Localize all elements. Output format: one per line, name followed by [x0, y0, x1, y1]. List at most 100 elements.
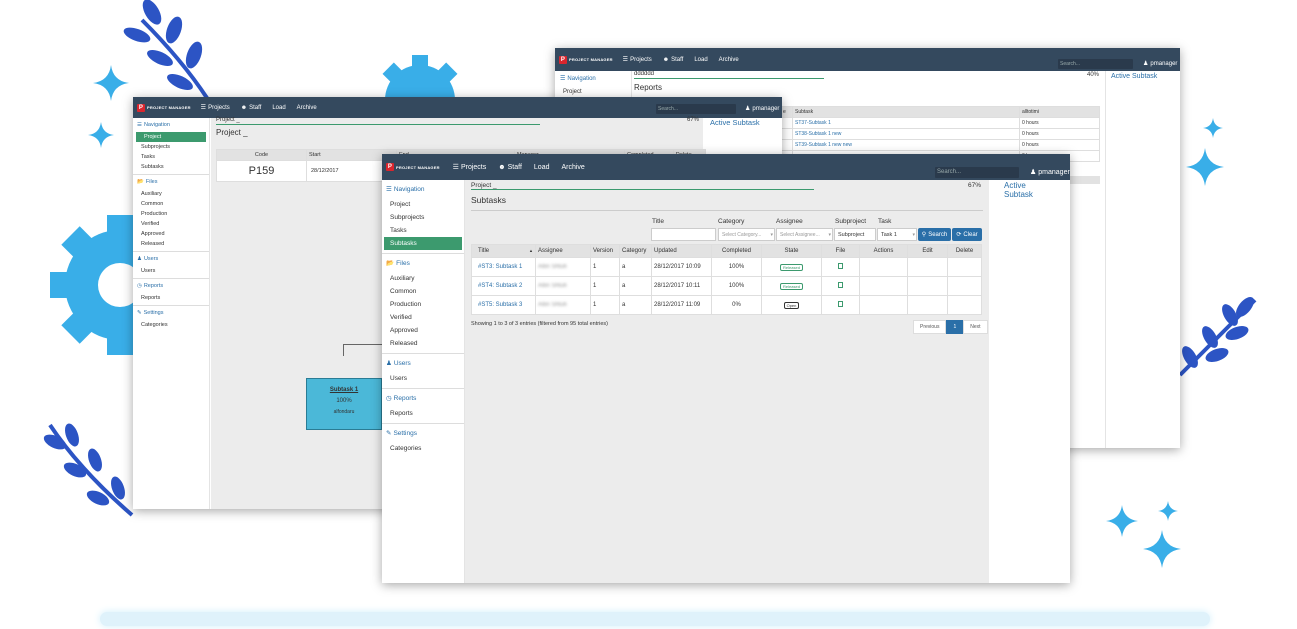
nav-users[interactable]: Users	[133, 266, 209, 276]
nav-production[interactable]: Production	[382, 298, 464, 311]
menu-projects[interactable]: ☰ Projects	[201, 104, 230, 112]
nav-project[interactable]: Project	[382, 198, 464, 211]
project-code[interactable]: P159	[216, 160, 307, 182]
delete-cell	[947, 257, 982, 277]
nav-auxiliary[interactable]: Auxiliary	[382, 272, 464, 285]
pagination-previous[interactable]: Previous	[913, 320, 947, 334]
category-filter-select[interactable]: Select Category... ▾	[718, 228, 775, 241]
search-icon: ⚲	[921, 232, 927, 238]
menu-projects[interactable]: ☰ Projects	[453, 163, 487, 172]
refresh-icon: ⟳	[956, 232, 962, 238]
menu-load[interactable]: Load	[534, 163, 550, 171]
title-filter-input[interactable]	[651, 228, 716, 241]
col-header-assignee[interactable]: Assignee	[535, 244, 591, 258]
col-header-completed[interactable]: Completed	[711, 244, 762, 258]
file-icon[interactable]	[838, 263, 843, 269]
actions-cell	[859, 295, 908, 315]
menu-load[interactable]: Load	[272, 104, 285, 111]
table-row: #ST3: Subtask 1 Altin Shtufi 1 a 28/12/2…	[471, 257, 982, 277]
nav-categories[interactable]: Categories	[133, 320, 209, 330]
pagination-page-1[interactable]: 1	[946, 320, 964, 334]
nav-production[interactable]: Production	[133, 209, 209, 219]
nav-users[interactable]: Users	[382, 372, 464, 385]
nav-tasks[interactable]: Tasks	[382, 224, 464, 237]
menu-staff[interactable]: ☻ Staff	[663, 56, 684, 63]
nav-released[interactable]: Released	[133, 239, 209, 249]
nav-approved[interactable]: Approved	[133, 229, 209, 239]
nav-project[interactable]: Project	[136, 132, 206, 142]
table-row: #ST5: Subtask 3 Altin Shtufi 1 a 28/12/2…	[471, 295, 982, 315]
search-input[interactable]: Search...	[935, 167, 1019, 178]
col-header-updated[interactable]: Updated	[651, 244, 712, 258]
file-icon[interactable]	[838, 301, 843, 307]
menu-archive[interactable]: Archive	[297, 104, 317, 111]
menu-archive[interactable]: Archive	[561, 163, 584, 171]
nav-subprojects[interactable]: Subprojects	[133, 142, 209, 152]
active-subtask-link[interactable]: Active Subtask	[1004, 181, 1033, 199]
nav-common[interactable]: Common	[382, 285, 464, 298]
back-right-panel: Active Subtask	[1105, 71, 1180, 448]
search-input[interactable]: Search...	[656, 104, 736, 114]
menu-load[interactable]: Load	[694, 56, 707, 63]
nav-subtasks[interactable]: Subtasks	[384, 237, 462, 250]
table-row: #ST4: Subtask 2 Altin Shtufi 1 a 28/12/2…	[471, 276, 982, 296]
edit-cell	[907, 295, 948, 315]
user-menu[interactable]: ♟ pmanager	[745, 105, 779, 113]
nav-subprojects[interactable]: Subprojects	[382, 211, 464, 224]
front-breadcrumb[interactable]: Project _	[471, 182, 497, 189]
nav-approved[interactable]: Approved	[382, 324, 464, 337]
mid-breadcrumb[interactable]: Project _	[216, 117, 240, 123]
col-header-title[interactable]: Title ▲	[471, 244, 536, 258]
subtask-title-link[interactable]: #ST4: Subtask 2	[471, 276, 536, 296]
mid-sidebar: ☰ Navigation Project Subprojects Tasks S…	[133, 118, 210, 509]
table-header: Title ▲ Assignee Version Category Updated…	[471, 244, 982, 258]
nav-categories[interactable]: Categories	[382, 442, 464, 455]
completed-cell: 100%	[711, 257, 762, 277]
table-row: ST37-Subtask 10 hours	[780, 117, 1100, 129]
menu-staff[interactable]: ☻ Staff	[241, 104, 262, 111]
menu-staff[interactable]: ☻ Staff	[498, 163, 522, 171]
back-breadcrumb[interactable]: dddddd	[634, 71, 654, 77]
nav-verified[interactable]: Verified	[382, 311, 464, 324]
file-icon[interactable]	[838, 282, 843, 288]
subtask-link[interactable]: ST39-Subtask 1 new new	[792, 139, 1020, 151]
subtask-node-sub: alfondaru	[333, 409, 355, 415]
clear-button[interactable]: ⟳ Clear	[952, 228, 982, 241]
files-heading: 📂 Files	[382, 253, 464, 272]
nav-reports[interactable]: Reports	[133, 293, 209, 303]
table-row: ST39-Subtask 1 new new 0 hours	[780, 139, 1100, 151]
state-badge: Open	[783, 301, 800, 309]
nav-verified[interactable]: Verified	[133, 219, 209, 229]
subtask-title-link[interactable]: #ST3: Subtask 1	[471, 257, 536, 277]
nav-tasks[interactable]: Tasks	[133, 152, 209, 162]
nav-common[interactable]: Common	[133, 199, 209, 209]
active-subtask-link[interactable]: Active Subtask	[710, 118, 760, 127]
subtask-title-link[interactable]: #ST5: Subtask 3	[471, 295, 536, 315]
menu-projects[interactable]: ☰ Projects	[623, 56, 652, 64]
search-button[interactable]: ⚲ Search	[918, 228, 951, 241]
user-menu[interactable]: ♟ pmanager	[1143, 60, 1177, 68]
menu-archive[interactable]: Archive	[719, 56, 739, 63]
user-menu[interactable]: ♟ pmanager	[1030, 168, 1070, 177]
nav-reports[interactable]: Reports	[382, 407, 464, 420]
back-progress-label: 40%	[1087, 72, 1100, 78]
completed-cell: 0%	[711, 295, 762, 315]
col-header-state[interactable]: State	[761, 244, 822, 258]
pagination-next[interactable]: Next	[963, 320, 988, 334]
col-header-category[interactable]: Category	[619, 244, 652, 258]
assignee-filter-select[interactable]: Select Assignee... ▾	[776, 228, 833, 241]
active-subtask-link[interactable]: Active Subtask	[1111, 73, 1157, 80]
subproject-filter-select[interactable]: Subproject	[834, 228, 876, 241]
search-input[interactable]: Search...	[1058, 59, 1133, 69]
nav-subtasks[interactable]: Subtasks	[133, 162, 209, 172]
sort-up-icon: ▲	[529, 248, 533, 253]
col-header-version[interactable]: Version	[590, 244, 620, 258]
subtask-node[interactable]: Subtask 1 100% alfondaru	[306, 378, 382, 430]
task-filter-select[interactable]: Task 1 ▾	[877, 228, 917, 241]
nav-auxiliary[interactable]: Auxiliary	[133, 189, 209, 199]
nav-released[interactable]: Released	[382, 337, 464, 350]
subtask-link[interactable]: ST38-Subtask 1 new	[792, 128, 1020, 140]
mid-topbar: P PROJECT MANAGER ☰ Projects ☻ Staff Load…	[133, 97, 782, 118]
subtask-link[interactable]: ST37-Subtask 1	[792, 117, 1020, 129]
hours-cell: 0 hours	[1019, 139, 1100, 151]
